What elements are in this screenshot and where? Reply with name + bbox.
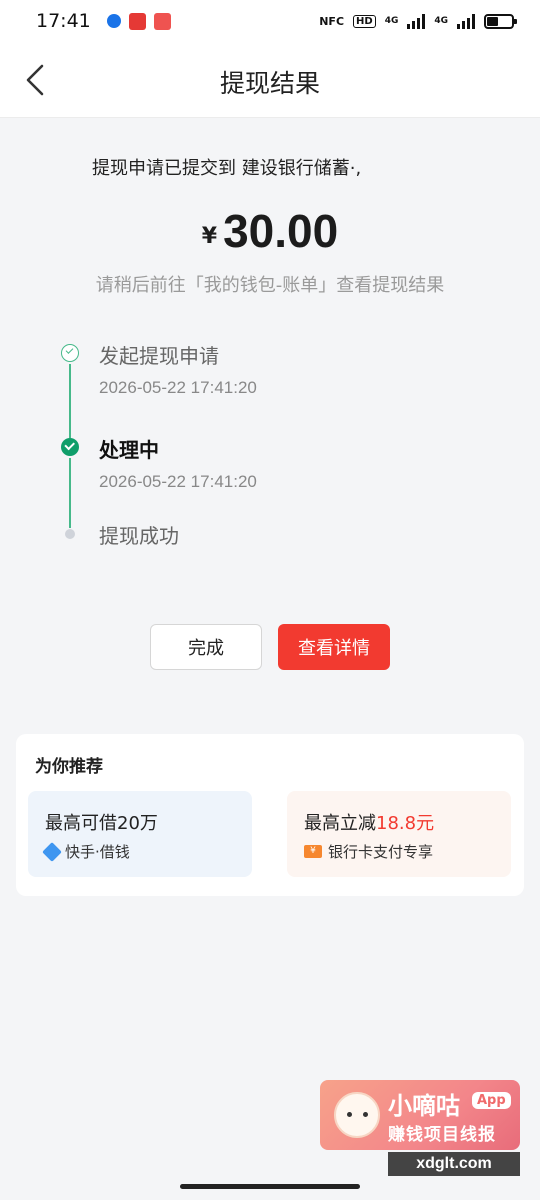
offer-sub: ¥ 银行卡支付专享 <box>304 841 433 862</box>
result-hint: 请稍后前往「我的钱包-账单」查看提现结果 <box>95 275 445 296</box>
ticket-icon: ¥ <box>304 845 322 858</box>
currency-symbol: ¥ <box>201 224 218 249</box>
network-type-icon: 4G <box>434 16 448 26</box>
submitted-text: 提现申请已提交到 建设银行储蓄·, <box>92 158 362 179</box>
offer-main-text: 最高可借20万 <box>45 813 158 834</box>
step-title: 发起提现申请 <box>99 344 219 368</box>
step-title: 处理中 <box>99 438 159 462</box>
app-notification-icon <box>153 12 171 30</box>
app-notification-icon <box>128 12 146 30</box>
watermark-brand: 小嘀咕 <box>388 1092 460 1120</box>
mascot-logo-icon <box>334 1092 380 1138</box>
network-type-icon: 4G <box>384 16 399 26</box>
notification-icons <box>106 12 171 30</box>
offer-sub-text: 快手·借钱 <box>65 843 130 861</box>
amount-value: 30.00 <box>223 205 339 257</box>
offer-sub-text: 银行卡支付专享 <box>328 843 434 861</box>
watermark-slogan: 赚钱项目线报 <box>388 1125 496 1145</box>
done-button[interactable]: 完成 <box>150 624 262 670</box>
timeline-connector <box>69 364 71 438</box>
app-notification-icon <box>106 14 121 28</box>
watermark-badge: 小嘀咕 App 赚钱项目线报 <box>320 1080 520 1150</box>
page-title: 提现结果 <box>219 69 320 98</box>
timeline-connector <box>69 458 71 528</box>
signal-icon <box>407 13 426 29</box>
step-title: 提现成功 <box>99 524 179 548</box>
offer-highlight: 18.8元 <box>376 813 435 834</box>
pending-dot-icon <box>65 529 75 539</box>
watermark-url: xdglt.com <box>388 1152 520 1176</box>
hd-icon: HD <box>353 14 376 28</box>
withdraw-result: 提现申请已提交到 建设银行储蓄·, ¥30.00 请稍后前往「我的钱包-账单」查… <box>0 118 540 718</box>
nfc-icon: NFC <box>319 14 345 28</box>
discount-offer-card[interactable]: 最高立减18.8元 ¥ 银行卡支付专享 <box>287 791 511 877</box>
recommend-section: 为你推荐 最高可借20万 快手·借钱 最高立减18.8元 ¥ 银行卡支付专享 <box>16 734 524 896</box>
step-time: 2026-05-22 17:41:20 <box>99 378 257 397</box>
system-icons: NFC HD 4G 4G <box>319 13 517 29</box>
home-indicator[interactable] <box>180 1184 360 1189</box>
status-bar: 17:41 NFC HD 4G 4G <box>0 0 540 42</box>
recommend-title: 为你推荐 <box>35 757 103 777</box>
offer-sub: 快手·借钱 <box>42 841 130 862</box>
nav-bar: 提现结果 <box>0 42 540 118</box>
offer-main-text: 最高立减18.8元 <box>304 809 434 835</box>
offer-prefix: 最高立减 <box>304 813 376 834</box>
watermark-app-badge: App <box>472 1092 511 1109</box>
diamond-icon <box>42 841 62 862</box>
loan-offer-card[interactable]: 最高可借20万 快手·借钱 <box>28 791 252 877</box>
signal-icon <box>457 13 475 29</box>
view-details-button[interactable]: 查看详情 <box>278 624 390 670</box>
status-time: 17:41 <box>36 10 91 32</box>
progress-timeline: 发起提现申请 2026-05-22 17:41:20 处理中 2026-05-2… <box>60 338 480 568</box>
step-time: 2026-05-22 17:41:20 <box>99 472 257 491</box>
amount-display: ¥30.00 <box>0 204 540 258</box>
battery-icon <box>484 13 517 29</box>
check-circle-icon <box>61 344 79 362</box>
check-circle-filled-icon <box>61 438 79 456</box>
